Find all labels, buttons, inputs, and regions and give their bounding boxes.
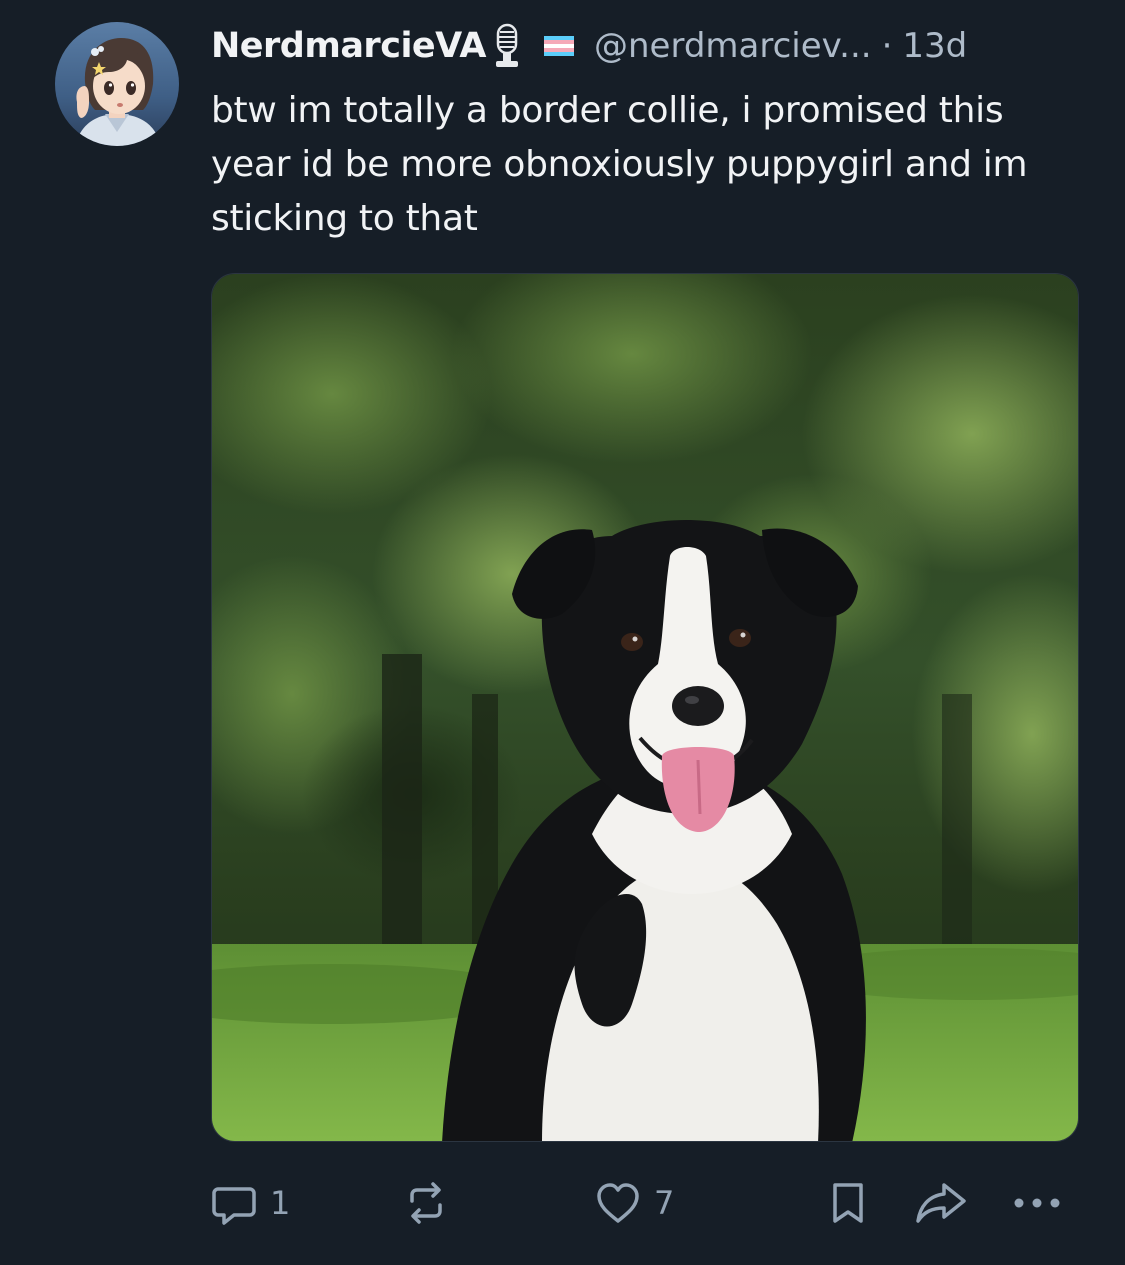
display-name[interactable]: NerdmarcieVA bbox=[211, 26, 486, 66]
more-button[interactable] bbox=[1012, 1170, 1062, 1236]
repost-icon bbox=[402, 1179, 450, 1227]
post-text: btw im totally a border collie, i promis… bbox=[211, 90, 1028, 239]
reply-icon bbox=[210, 1179, 258, 1227]
more-icon bbox=[1012, 1193, 1062, 1213]
like-count: 7 bbox=[654, 1184, 675, 1222]
post-image[interactable] bbox=[211, 273, 1079, 1142]
share-icon bbox=[914, 1179, 968, 1227]
handle[interactable]: @nerdmarciev... bbox=[594, 26, 872, 66]
separator-dot: · bbox=[881, 26, 893, 66]
reply-count: 1 bbox=[270, 1184, 291, 1222]
action-bar: 1 7 bbox=[0, 1170, 1125, 1236]
share-button[interactable] bbox=[914, 1170, 968, 1236]
border-collie-photo-icon bbox=[212, 274, 1078, 1141]
heart-icon bbox=[594, 1179, 642, 1227]
timestamp[interactable]: 13d bbox=[902, 26, 967, 66]
post-header: NerdmarcieVA @nerdmarciev... · 13d bbox=[211, 18, 967, 74]
reply-button[interactable]: 1 bbox=[210, 1170, 290, 1236]
anime-character-avatar-icon bbox=[55, 22, 179, 146]
trans-flag-icon bbox=[543, 36, 574, 56]
avatar[interactable] bbox=[55, 22, 179, 146]
microphone-icon bbox=[492, 23, 522, 69]
post: NerdmarcieVA @nerdmarciev... · 13d btw i… bbox=[0, 0, 1125, 1265]
bookmark-icon bbox=[824, 1179, 872, 1227]
repost-button[interactable] bbox=[402, 1170, 462, 1236]
bookmark-button[interactable] bbox=[824, 1170, 872, 1236]
like-button[interactable]: 7 bbox=[594, 1170, 674, 1236]
